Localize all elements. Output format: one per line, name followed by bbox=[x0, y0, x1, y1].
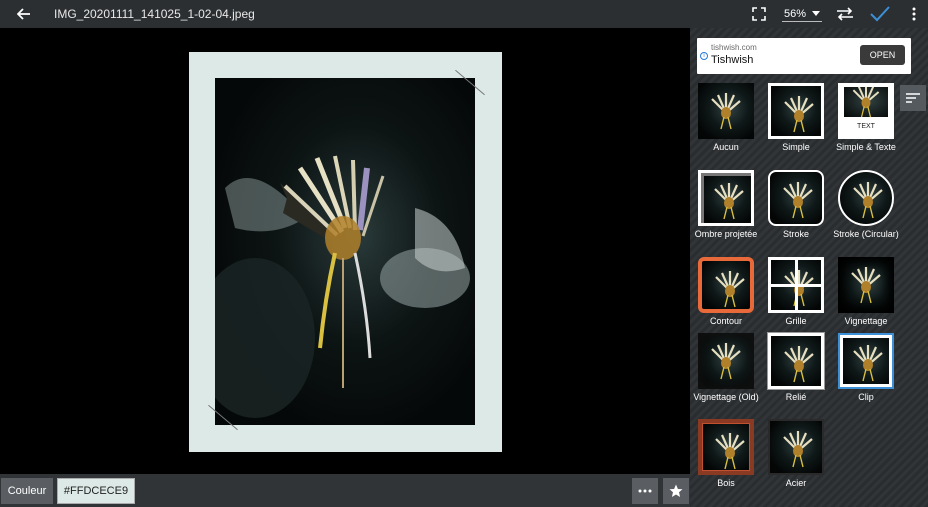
photo-frame-preview bbox=[189, 52, 502, 452]
frame-shadow-icon bbox=[698, 170, 754, 226]
apply-button[interactable] bbox=[860, 0, 900, 28]
more-horizontal-icon bbox=[638, 489, 652, 493]
swap-button[interactable] bbox=[830, 0, 860, 28]
more-vertical-icon bbox=[912, 7, 916, 21]
frame-option-wood[interactable]: Bois bbox=[691, 419, 761, 488]
frame-option-label: Simple bbox=[782, 142, 810, 152]
color-value-field[interactable]: #FFDCECE9 bbox=[57, 478, 135, 504]
swap-arrows-icon bbox=[837, 7, 853, 21]
more-options-button[interactable] bbox=[632, 478, 658, 504]
ad-open-button[interactable]: OPEN bbox=[860, 45, 905, 65]
frame-option-stroke-circular[interactable]: Stroke (Circular) bbox=[831, 170, 901, 239]
dropdown-arrow-icon bbox=[812, 11, 820, 16]
frame-steel-icon bbox=[768, 419, 824, 475]
back-button[interactable] bbox=[0, 0, 48, 28]
checkmark-icon bbox=[870, 6, 890, 22]
frame-bound-icon bbox=[767, 332, 825, 390]
star-icon bbox=[669, 484, 683, 497]
frame-option-simple-text[interactable]: TEXT Simple & Texte bbox=[831, 83, 901, 152]
frame-option-label: Vignettage (Old) bbox=[693, 392, 759, 402]
frame-stroke-circular-icon bbox=[838, 170, 894, 226]
frame-option-label: Aucun bbox=[713, 142, 739, 152]
frame-option-contour[interactable]: Contour bbox=[691, 257, 761, 326]
frame-option-label: Bois bbox=[717, 478, 735, 488]
fit-screen-button[interactable] bbox=[744, 0, 774, 28]
sort-button[interactable] bbox=[900, 85, 926, 111]
frame-option-label: Acier bbox=[785, 478, 807, 488]
frame-panel: i tishwish.com Tishwish OPEN Aucun Simple… bbox=[690, 28, 928, 507]
frame-wood-icon bbox=[698, 419, 754, 475]
overflow-menu-button[interactable] bbox=[900, 0, 928, 28]
top-actions: 56% bbox=[744, 0, 928, 28]
ad-banner[interactable]: i tishwish.com Tishwish OPEN bbox=[697, 38, 911, 74]
frame-option-label: Stroke (Circular) bbox=[833, 229, 899, 239]
frame-clip-icon bbox=[838, 333, 894, 389]
frame-option-label: Vignettage bbox=[844, 316, 888, 326]
frame-vignette-icon bbox=[838, 257, 894, 313]
frame-option-label: Relié bbox=[785, 392, 807, 402]
frame-simple-icon bbox=[768, 83, 824, 139]
frame-vignette-old-icon bbox=[698, 333, 754, 389]
frame-option-grid[interactable]: Grille bbox=[761, 257, 831, 326]
frame-option-clip[interactable]: Clip bbox=[831, 333, 901, 402]
color-button[interactable]: Couleur bbox=[1, 478, 53, 504]
frame-option-label: Contour bbox=[709, 316, 743, 326]
arrow-left-icon bbox=[17, 8, 30, 20]
frame-stroke-icon bbox=[768, 170, 824, 226]
text-caption: TEXT bbox=[857, 123, 875, 130]
favorite-button[interactable] bbox=[663, 478, 689, 504]
frame-option-label: Simple & Texte bbox=[836, 142, 896, 152]
frame-option-bound[interactable]: Relié bbox=[761, 332, 831, 402]
file-title: IMG_20201111_141025_1-02-04.jpeg bbox=[54, 7, 255, 21]
photo-editor-app: IMG_20201111_141025_1-02-04.jpeg 56% i t… bbox=[0, 0, 928, 507]
frame-option-label: Ombre projetée bbox=[694, 229, 758, 239]
photo-butterfly bbox=[215, 78, 475, 425]
frame-option-stroke[interactable]: Stroke bbox=[761, 170, 831, 239]
frame-option-vignette-old[interactable]: Vignettage (Old) bbox=[691, 333, 761, 402]
frame-option-vignette[interactable]: Vignettage bbox=[831, 257, 901, 326]
frame-option-label: Clip bbox=[858, 392, 874, 402]
sort-icon bbox=[906, 93, 920, 103]
frame-option-label: Grille bbox=[785, 316, 807, 326]
ad-name: Tishwish bbox=[711, 54, 754, 66]
bottom-bar: Couleur #FFDCECE9 bbox=[0, 474, 690, 507]
butterfly-image bbox=[215, 155, 470, 418]
frame-option-shadow[interactable]: Ombre projetée bbox=[691, 170, 761, 239]
frame-simple-text-icon: TEXT bbox=[838, 83, 894, 139]
frame-grid-icon bbox=[768, 257, 824, 313]
fullscreen-icon bbox=[752, 7, 766, 21]
zoom-select[interactable]: 56% bbox=[781, 6, 822, 22]
image-canvas[interactable] bbox=[0, 28, 690, 474]
frame-option-label: Stroke bbox=[782, 229, 809, 239]
top-bar: IMG_20201111_141025_1-02-04.jpeg 56% bbox=[0, 0, 928, 28]
frame-none-icon bbox=[698, 83, 754, 139]
frame-option-none[interactable]: Aucun bbox=[691, 83, 761, 152]
zoom-value: 56% bbox=[783, 7, 806, 20]
ad-info-icon[interactable]: i bbox=[700, 52, 708, 60]
frame-option-simple[interactable]: Simple bbox=[761, 83, 831, 152]
frame-option-steel[interactable]: Acier bbox=[761, 419, 831, 488]
frame-contour-icon bbox=[698, 257, 754, 313]
ad-domain: tishwish.com bbox=[711, 43, 757, 52]
